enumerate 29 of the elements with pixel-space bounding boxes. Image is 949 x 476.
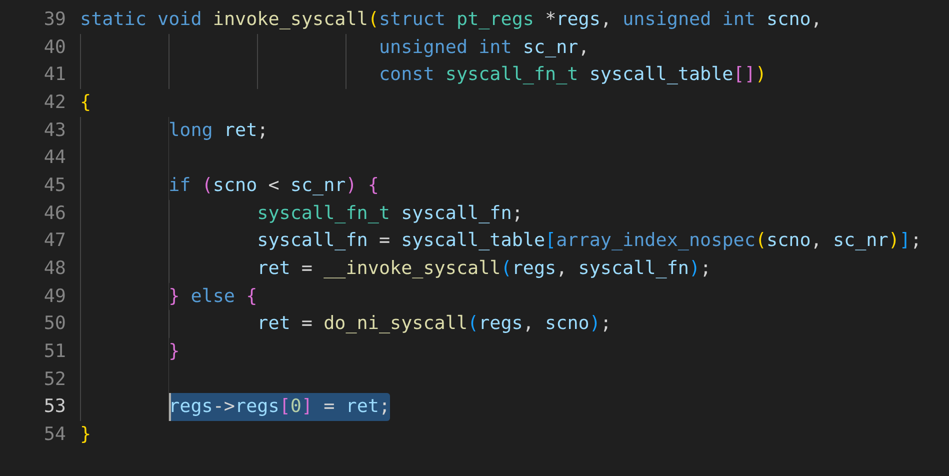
line-number: 41 [42,63,66,88]
line-number: 52 [42,368,66,392]
line-number: 51 [42,340,66,364]
line-number: 40 [42,36,66,60]
line-number: 39 [42,8,66,32]
code-line: } [80,422,92,447]
code-line: const syscall_fn_t syscall_table[]) [378,63,766,88]
code-line: unsigned int sc_nr, [378,36,590,60]
code-line: ret = __invoke_syscall(regs, syscall_fn); [257,256,712,281]
line-number: 47 [42,229,66,254]
line-number: 45 [42,174,66,198]
code-line: static void invoke_syscall(struct pt_regs *regs, unsigned int scno, [80,8,822,32]
line-number: 53 [42,395,66,420]
code-line: long ret; [168,118,268,143]
code-line: { [80,90,92,115]
code-line: } else { [168,284,258,309]
code-line: } [168,340,180,364]
line-number: 42 [42,90,66,115]
line-number: 49 [42,284,66,309]
line-number: 54 [42,422,66,447]
line-number: 46 [42,202,66,226]
code-line: syscall_fn_t syscall_fn; [257,202,523,226]
line-number: 44 [42,146,66,170]
line-number: 50 [42,312,66,336]
line-number: 43 [42,118,66,143]
code-line: if (scno < sc_nr) { [168,174,379,198]
code-line: syscall_fn = syscall_table[array_index_nospec(scno, sc_nr)]; [257,229,922,254]
line-number: 48 [42,256,66,281]
code-line: ret = do_ni_syscall(regs, scno); [257,312,612,336]
